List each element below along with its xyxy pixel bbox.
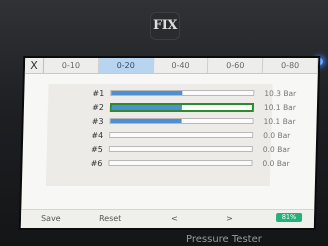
channel-label: #3 <box>91 117 104 126</box>
channel-label: #5 <box>90 145 103 154</box>
device-label: Pressure Tester <box>186 234 262 245</box>
channel-label: #6 <box>90 159 103 168</box>
range-tab-bar: X 0-10 0-20 0-40 0-60 0-80 <box>24 58 319 74</box>
tab-range-4[interactable]: 0-80 <box>263 58 319 73</box>
channel-row[interactable]: #3 10.1 Bar <box>47 116 296 127</box>
pressure-value: 0.0 Bar <box>262 159 290 168</box>
channel-panel: #1 10.3 Bar #2 10.1 Bar #3 10.1 Bar #4 0… <box>45 84 296 186</box>
touch-screen: X 0-10 0-20 0-40 0-60 0-80 #1 10.3 Bar #… <box>20 58 319 228</box>
tab-range-1[interactable]: 0-20 <box>98 58 154 73</box>
channel-label: #2 <box>92 103 105 112</box>
pressure-value: 10.1 Bar <box>263 103 296 112</box>
pressure-bar <box>110 90 255 96</box>
next-button[interactable]: > <box>226 213 233 225</box>
channel-row[interactable]: #2 10.1 Bar <box>48 102 296 113</box>
channel-label: #1 <box>92 89 105 98</box>
bottom-toolbar: Save Reset < > 81% <box>20 209 315 228</box>
channel-row[interactable]: #1 10.3 Bar <box>48 88 296 99</box>
device-frame: FIX X 0-10 0-20 0-40 0-60 0-80 #1 10.3 B… <box>0 0 328 246</box>
pressure-fill <box>110 119 182 123</box>
tab-range-2[interactable]: 0-40 <box>153 58 209 73</box>
pressure-value: 10.1 Bar <box>263 117 296 126</box>
pressure-bar <box>109 118 254 124</box>
pressure-bar <box>109 103 255 112</box>
channel-row[interactable]: #6 0.0 Bar <box>46 158 290 169</box>
pressure-value: 10.3 Bar <box>264 89 297 98</box>
tab-range-0[interactable]: 0-10 <box>43 58 100 73</box>
battery-indicator: 81% <box>275 213 303 222</box>
pressure-bar <box>108 160 253 166</box>
tab-range-3[interactable]: 0-60 <box>208 58 264 73</box>
channel-row[interactable]: #4 0.0 Bar <box>47 130 290 141</box>
channel-row[interactable]: #5 0.0 Bar <box>47 144 290 155</box>
pressure-bar <box>109 132 254 138</box>
pressure-bar <box>108 146 253 152</box>
previous-button[interactable]: < <box>171 213 178 225</box>
channel-label: #4 <box>91 131 104 140</box>
save-button[interactable]: Save <box>41 213 61 225</box>
reset-button[interactable]: Reset <box>99 213 122 225</box>
pressure-fill <box>111 91 183 95</box>
brand-logo: FIX <box>150 12 180 40</box>
pressure-fill <box>111 105 182 110</box>
pressure-value: 0.0 Bar <box>262 145 291 154</box>
pressure-value: 0.0 Bar <box>263 131 291 140</box>
close-button[interactable]: X <box>24 58 45 73</box>
